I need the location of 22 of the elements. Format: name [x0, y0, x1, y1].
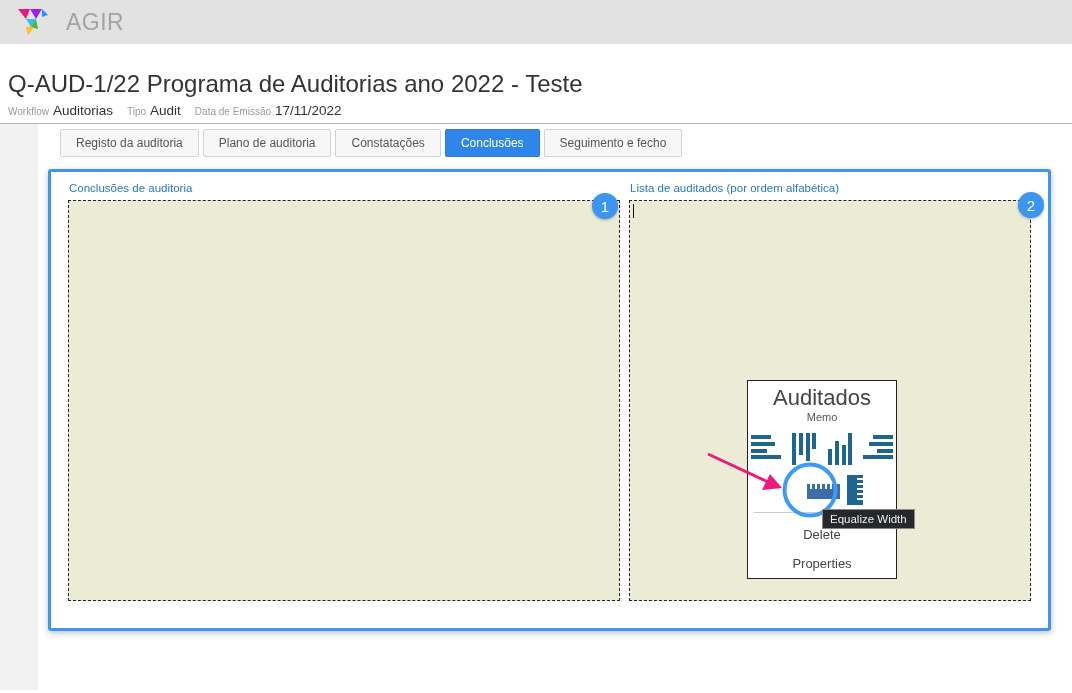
tab[interactable]: Constatações: [335, 129, 441, 157]
menu-item[interactable]: Properties: [792, 556, 852, 571]
menu-item[interactable]: Delete: [803, 527, 841, 542]
app-name: AGIR: [66, 8, 125, 36]
meta-label: Tipo: [127, 106, 147, 117]
number-badge: 2: [1018, 192, 1044, 218]
field-label: Conclusões de auditoria: [69, 182, 194, 196]
document-title: Q-AUD-1/22 Programa de Auditorias ano 2022 - Teste: [8, 70, 584, 98]
field-label: Lista de auditados (por ordem alfabética): [630, 182, 841, 196]
meta-label: Workflow: [8, 106, 49, 117]
tab[interactable]: Conclusões: [444, 129, 540, 157]
number-badge: 1: [592, 193, 618, 219]
meta-value: Audit: [150, 103, 181, 118]
menu-title: Auditados: [773, 385, 871, 411]
meta-value: Auditorias: [52, 103, 113, 118]
tab[interactable]: Plano de auditoria: [202, 129, 332, 157]
tooltip: Equalize Width: [822, 509, 915, 529]
meta-value: 17/11/2022: [275, 103, 342, 118]
meta-label: Data de Emissão: [194, 106, 271, 117]
tab[interactable]: Seguimento e fecho: [543, 129, 683, 157]
menu-subtitle: Memo: [806, 411, 838, 423]
tab[interactable]: Registo da auditoria: [60, 129, 199, 157]
